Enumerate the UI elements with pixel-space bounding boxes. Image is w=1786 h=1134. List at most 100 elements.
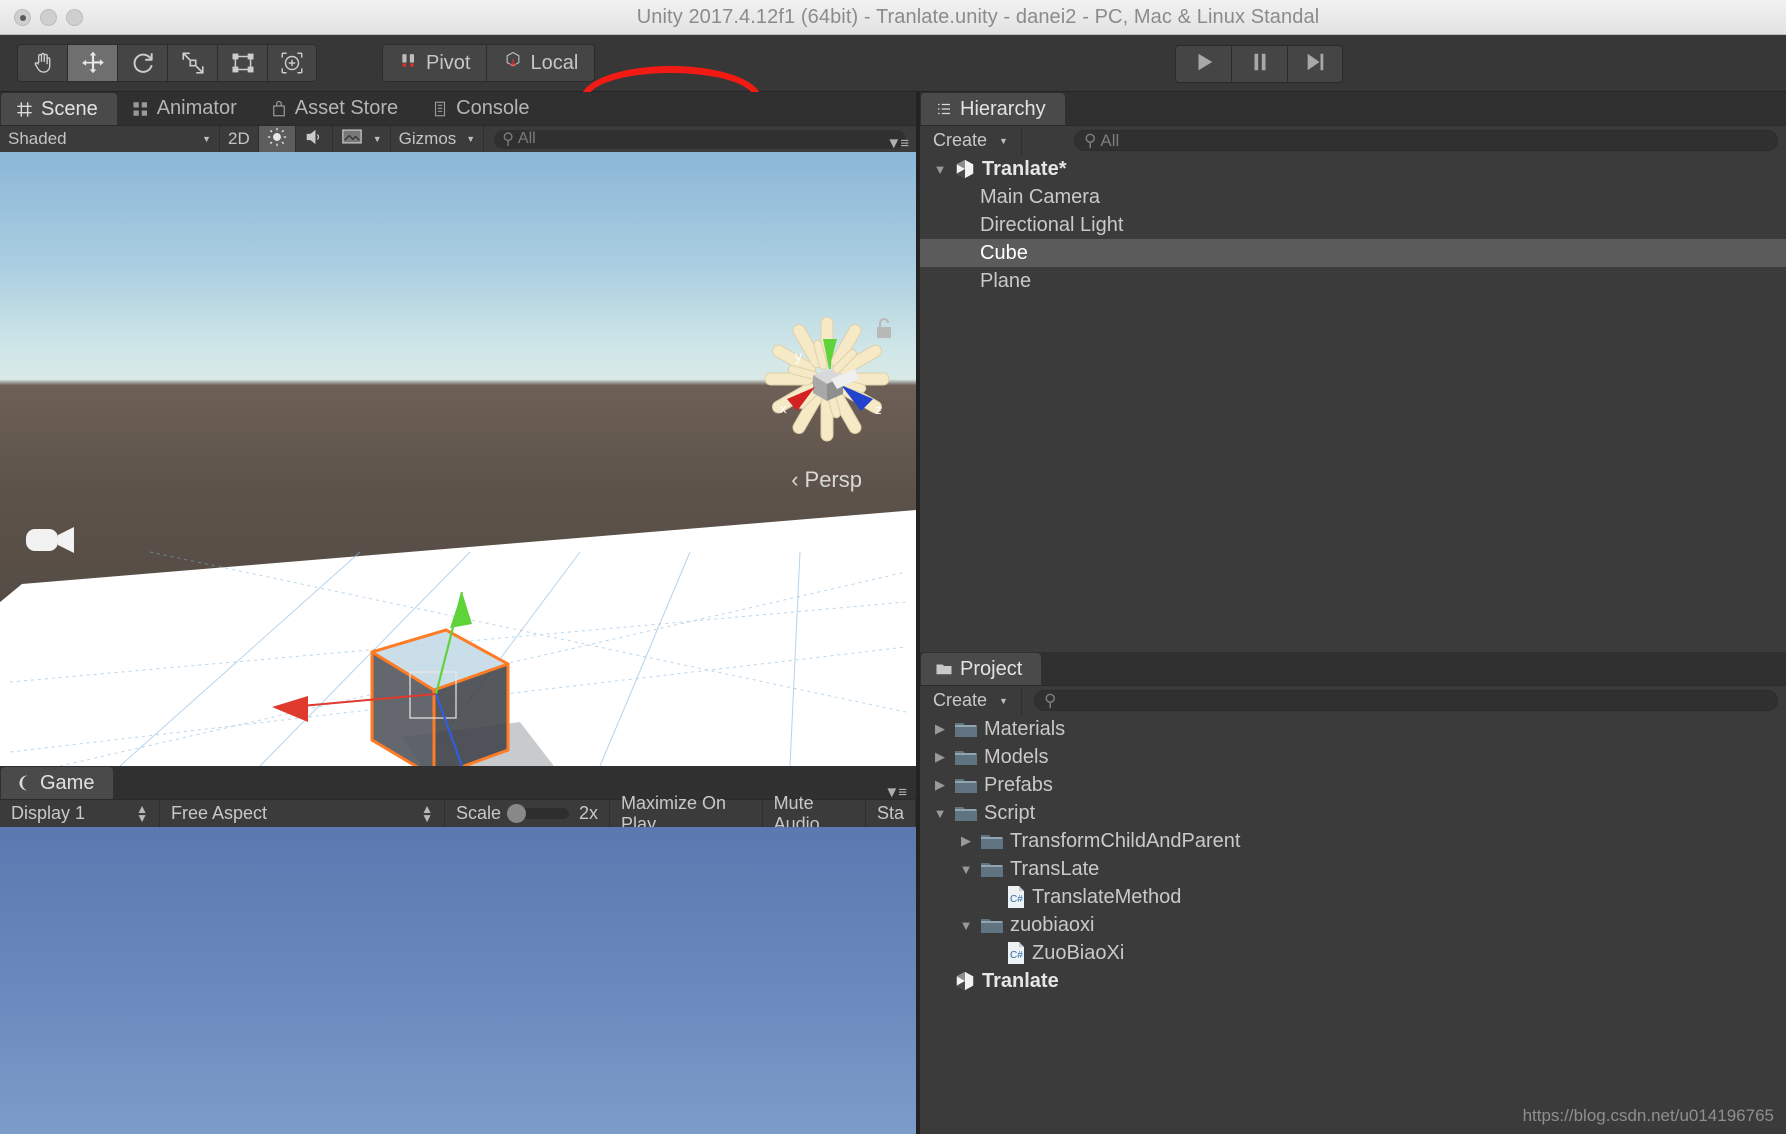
tab-game[interactable]: Game (0, 766, 115, 799)
folder-icon (954, 776, 978, 795)
scene-search-input[interactable]: ⚲ All (494, 129, 906, 149)
project-tree[interactable]: ▶ Materials ▶ Models ▶ Prefabs ▼ Script ▶ Transfo… (920, 715, 1786, 1134)
triangle-collapsed-icon[interactable]: ▶ (958, 833, 974, 849)
triangle-expanded-icon[interactable]: ▼ (932, 806, 948, 821)
unity-scene-icon (954, 970, 976, 992)
rect-tool-button[interactable] (217, 44, 267, 82)
project-tab-bar: Project (920, 652, 1786, 685)
play-button[interactable] (1175, 45, 1231, 83)
tab-project[interactable]: Project (920, 652, 1043, 685)
game-view-toolbar: Display 1 ▲ ▼ Free Aspect ▲ ▼ Scale 2x Max… (0, 793, 916, 834)
hand-tool-button[interactable] (17, 44, 67, 82)
project-item-row[interactable]: ▼ TransLate (920, 855, 1786, 883)
hierarchy-tree[interactable]: ▼ Tranlate* ▶Main Camera▶Directional Light… (920, 155, 1786, 652)
project-item-row[interactable]: ▼ Script (920, 799, 1786, 827)
hierarchy-item-row[interactable]: ▶Cube (920, 239, 1786, 267)
pivot-toggle-button[interactable]: Pivot (382, 44, 487, 82)
triangle-expanded-icon[interactable]: ▼ (932, 162, 948, 177)
effects-chevron-down-icon: ▼ (372, 134, 382, 144)
hierarchy-item-row[interactable]: ▶Plane (920, 267, 1786, 295)
stats-button[interactable]: Sta (866, 799, 916, 828)
project-create-button[interactable]: Create ▼ (920, 685, 1022, 716)
persp-text: Persp (804, 467, 862, 492)
scene-viewport[interactable]: y x z ‹ Persp (0, 152, 916, 766)
pause-button[interactable] (1231, 45, 1287, 83)
triangle-expanded-icon[interactable]: ▼ (958, 918, 974, 933)
2d-label: 2D (228, 129, 250, 148)
perspective-mode-label[interactable]: ‹ Persp (791, 467, 862, 493)
game-viewport[interactable] (0, 827, 916, 1134)
mute-audio-button[interactable]: Mute Audio (763, 793, 866, 834)
project-toolbar: Create ▼ ⚲ (920, 685, 1786, 716)
local-space-icon (503, 50, 523, 76)
scale-slider-knob[interactable] (507, 804, 527, 823)
project-item-row[interactable]: ▶ Prefabs (920, 771, 1786, 799)
project-item-row[interactable]: ▶ Materials (920, 715, 1786, 743)
triangle-collapsed-icon[interactable]: ▶ (932, 749, 948, 765)
transform-tool-button[interactable] (267, 44, 317, 82)
move-tool-button[interactable] (67, 44, 117, 82)
hierarchy-item-row[interactable]: ▼ Tranlate* (920, 155, 1786, 183)
move-arrows-icon (80, 50, 106, 76)
hierarchy-search-input[interactable]: ⚲ All (1073, 130, 1778, 151)
asset-store-icon (270, 100, 288, 118)
triangle-expanded-icon[interactable]: ▼ (958, 862, 974, 877)
scale-slider[interactable] (507, 804, 570, 823)
tab-asset-store[interactable]: Asset Store (256, 92, 417, 125)
csharp-script-icon: C# (1006, 885, 1026, 909)
maximize-on-play-button[interactable]: Maximize On Play (610, 793, 763, 834)
hierarchy-create-button[interactable]: Create ▼ (920, 125, 1022, 156)
tab-animator[interactable]: Animator (118, 92, 256, 125)
tab-hierarchy[interactable]: Hierarchy (920, 92, 1066, 125)
hierarchy-search-placeholder: All (1100, 130, 1120, 150)
aspect-updown-chevron-icon: ▲ ▼ (421, 801, 433, 825)
project-item-label: ZuoBiaoXi (1032, 941, 1125, 964)
project-item-row[interactable]: ▶C#ZuoBiaoXi (920, 939, 1786, 967)
project-item-row[interactable]: ▶ TransformChildAndParent (920, 827, 1786, 855)
aspect-dropdown[interactable]: Free Aspect ▲ ▼ (160, 799, 445, 828)
scale-value: 2x (579, 803, 599, 823)
tab-console[interactable]: Console (417, 92, 548, 125)
project-item-label: Materials (984, 717, 1066, 740)
project-item-row[interactable]: ▼ zuobiaoxi (920, 911, 1786, 939)
hierarchy-item-row[interactable]: ▶Main Camera (920, 183, 1786, 211)
project-item-row[interactable]: ▶ Models (920, 743, 1786, 771)
2d-toggle-button[interactable]: 2D (220, 125, 259, 153)
scale-tool-button[interactable] (167, 44, 217, 82)
project-item-label: Models (984, 745, 1049, 768)
hierarchy-item-row[interactable]: ▶Directional Light (920, 211, 1786, 239)
scene-view-gizmo[interactable]: y x z (745, 316, 910, 447)
main-toolbar: Pivot Local (0, 35, 1786, 131)
project-search-input[interactable]: ⚲ (1033, 690, 1778, 711)
triangle-collapsed-icon[interactable]: ▶ (932, 721, 948, 737)
camera-icon[interactable] (22, 519, 78, 566)
scene-view-toolbar: Shaded ▼ 2D ▼ Gizmos ▼ ⚲ All ▼≡ (0, 125, 916, 153)
space-toggle-button[interactable]: Local (486, 44, 596, 82)
folder-icon (980, 860, 1004, 879)
scale-slider-group[interactable]: Scale 2x (445, 799, 611, 828)
folder-icon (954, 748, 978, 767)
selected-cube-object[interactable] (250, 572, 670, 766)
triangle-collapsed-icon[interactable]: ▶ (932, 777, 948, 793)
project-item-row[interactable]: ▶C#TranslateMethod (920, 883, 1786, 911)
project-item-label: Tranlate (982, 969, 1059, 992)
project-item-label: TransformChildAndParent (1010, 829, 1241, 852)
tab-scene[interactable]: Scene (0, 92, 118, 125)
hierarchy-panel: Hierarchy Create ▼ ⚲ All ▼ Tranlate* ▶Main… (920, 92, 1786, 652)
draw-mode-dropdown[interactable]: Shaded ▼ (0, 125, 220, 153)
gizmos-label: Gizmos (398, 129, 457, 148)
project-item-row[interactable]: ▶Tranlate (920, 967, 1786, 995)
effects-toggle-button[interactable]: ▼ (333, 125, 391, 153)
rotate-tool-button[interactable] (117, 44, 167, 82)
scene-tab-bar: Scene Animator Asset Store Console (0, 92, 916, 125)
display-dropdown[interactable]: Display 1 ▲ ▼ (0, 799, 160, 828)
draw-mode-label: Shaded (8, 129, 67, 148)
game-panel: Game ▼≡ Display 1 ▲ ▼ Free Aspect ▲ ▼ Scal… (0, 766, 916, 1134)
audio-toggle-button[interactable] (296, 125, 333, 153)
display-label: Display 1 (11, 803, 86, 823)
lighting-toggle-button[interactable] (258, 125, 296, 153)
step-button[interactable] (1287, 45, 1343, 83)
scene-panel-menu-icon[interactable]: ▼≡ (886, 135, 909, 152)
search-icon: ⚲ (1083, 130, 1097, 150)
gizmos-dropdown[interactable]: Gizmos ▼ (391, 125, 485, 153)
